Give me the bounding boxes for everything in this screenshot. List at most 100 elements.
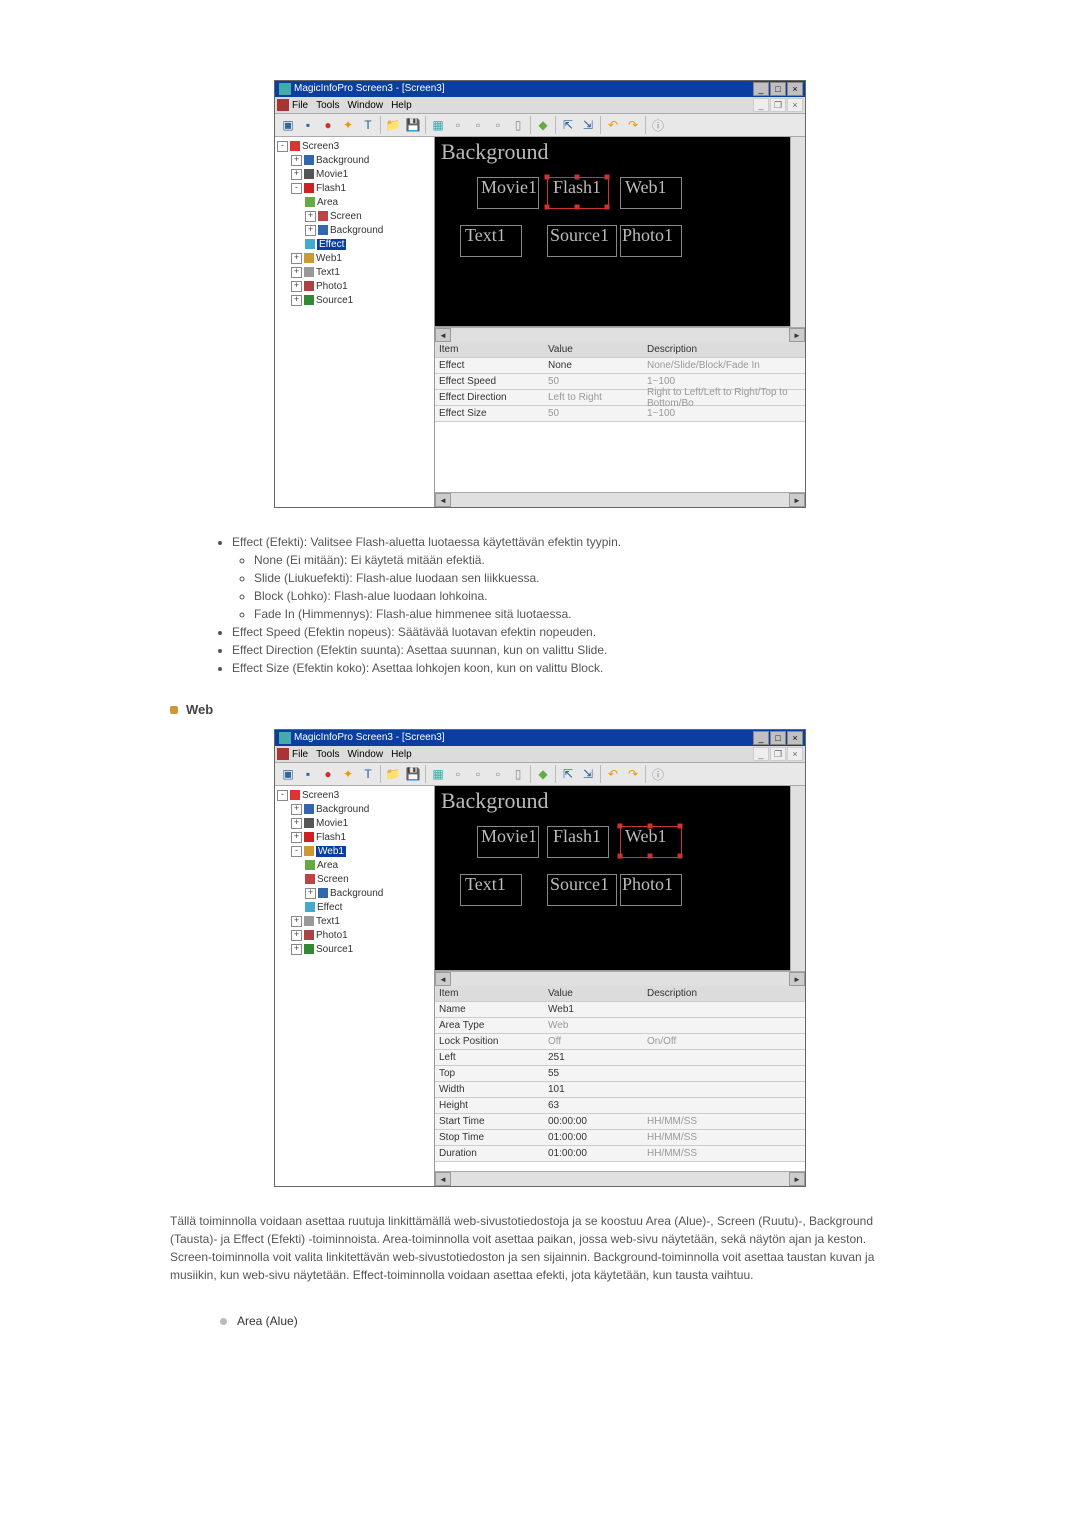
canvas-box[interactable]: Movie1 xyxy=(481,177,537,198)
scroll-right-icon[interactable]: ► xyxy=(789,493,805,507)
scroll-right-icon[interactable]: ► xyxy=(789,328,805,342)
tool-icon[interactable]: ◆ xyxy=(534,765,552,783)
scroll-right-icon[interactable]: ► xyxy=(789,1172,805,1186)
mdi-close-icon[interactable]: × xyxy=(787,98,803,112)
tool-icon[interactable]: ▦ xyxy=(429,116,447,134)
grid-row[interactable]: Width 101 xyxy=(435,1082,805,1098)
tree-item[interactable]: Background xyxy=(330,888,383,899)
grid-row[interactable]: Height 63 xyxy=(435,1098,805,1114)
tree-item-selected[interactable]: Web1 xyxy=(316,846,346,857)
mdi-close-icon[interactable]: × xyxy=(787,747,803,761)
grid-row[interactable]: Lock Position Off On/Off xyxy=(435,1034,805,1050)
tool-redo-icon[interactable]: ↷ xyxy=(624,116,642,134)
mdi-restore-icon[interactable]: ❐ xyxy=(770,98,786,112)
tool-icon[interactable]: ✦ xyxy=(339,116,357,134)
tool-redo-icon[interactable]: ↷ xyxy=(624,765,642,783)
close-icon[interactable]: × xyxy=(787,731,803,745)
grid-row[interactable]: Area Type Web xyxy=(435,1018,805,1034)
menu-help[interactable]: Help xyxy=(391,749,412,760)
scroll-right-icon[interactable]: ► xyxy=(789,972,805,986)
tool-icon[interactable]: ▦ xyxy=(429,765,447,783)
tree-item[interactable]: Text1 xyxy=(316,267,340,278)
maximize-icon[interactable]: □ xyxy=(770,731,786,745)
tool-icon[interactable]: ▫ xyxy=(469,765,487,783)
tree-item[interactable]: Screen xyxy=(317,874,349,885)
tree-item[interactable]: Background xyxy=(316,155,369,166)
tool-icon[interactable]: ✦ xyxy=(339,765,357,783)
tree-item[interactable]: Source1 xyxy=(316,944,353,955)
layout-canvas[interactable]: Background Movie1 Flash1 Web1 xyxy=(435,137,790,327)
tree-item[interactable]: Web1 xyxy=(316,253,342,264)
canvas-box[interactable]: Photo1 xyxy=(622,225,673,246)
scroll-left-icon[interactable]: ◄ xyxy=(435,328,451,342)
tree-item[interactable]: Photo1 xyxy=(316,930,348,941)
tree-item[interactable]: Area xyxy=(317,197,338,208)
menu-window[interactable]: Window xyxy=(347,100,383,111)
layout-canvas[interactable]: Background Movie1 Flash1 Web1 xyxy=(435,786,790,971)
tree-item-selected[interactable]: Effect xyxy=(317,239,346,250)
tree-item[interactable]: Source1 xyxy=(316,295,353,306)
tool-text-icon[interactable]: T xyxy=(359,765,377,783)
tool-icon[interactable]: ● xyxy=(319,116,337,134)
tool-icon[interactable]: ▯ xyxy=(509,116,527,134)
tree-root[interactable]: Screen3 xyxy=(302,790,339,801)
tree-item[interactable]: Text1 xyxy=(316,916,340,927)
horizontal-scrollbar[interactable]: ◄ ► xyxy=(435,971,805,986)
tree-item[interactable]: Movie1 xyxy=(316,818,348,829)
grid-row[interactable]: Top 55 xyxy=(435,1066,805,1082)
menu-file[interactable]: File xyxy=(292,100,308,111)
tool-icon[interactable]: ▫ xyxy=(449,765,467,783)
horizontal-scrollbar[interactable]: ◄ ► xyxy=(435,327,805,342)
grid-row[interactable]: Name Web1 xyxy=(435,1002,805,1018)
titlebar[interactable]: MagicInfoPro Screen3 - [Screen3] _ □ × xyxy=(275,730,805,746)
tool-icon[interactable]: ▯ xyxy=(509,765,527,783)
canvas-box[interactable]: Movie1 xyxy=(481,826,537,847)
canvas-box[interactable]: Photo1 xyxy=(622,874,673,895)
vertical-scrollbar[interactable] xyxy=(790,786,805,971)
tool-icon[interactable]: ⇲ xyxy=(579,116,597,134)
canvas-box-selected[interactable]: Web1 xyxy=(625,826,667,847)
tree-item[interactable]: Movie1 xyxy=(316,169,348,180)
canvas-box-selected[interactable]: Flash1 xyxy=(553,177,601,198)
mdi-min-icon[interactable]: _ xyxy=(753,98,769,112)
tool-icon[interactable]: ▫ xyxy=(489,116,507,134)
tree-item[interactable]: Photo1 xyxy=(316,281,348,292)
tool-icon[interactable]: ● xyxy=(319,765,337,783)
titlebar[interactable]: MagicInfoPro Screen3 - [Screen3] _ □ × xyxy=(275,81,805,97)
tool-info-icon[interactable]: ⓘ xyxy=(649,765,667,783)
menu-help[interactable]: Help xyxy=(391,100,412,111)
tool-icon[interactable]: ▣ xyxy=(279,116,297,134)
grid-row[interactable]: Effect Size 50 1~100 xyxy=(435,406,805,422)
scroll-left-icon[interactable]: ◄ xyxy=(435,972,451,986)
tree-item[interactable]: Flash1 xyxy=(316,832,346,843)
tree-item[interactable]: Background xyxy=(316,804,369,815)
maximize-icon[interactable]: □ xyxy=(770,82,786,96)
canvas-box[interactable]: Source1 xyxy=(550,874,609,895)
tool-icon[interactable]: ▫ xyxy=(469,116,487,134)
tree-pane[interactable]: -Screen3 +Background +Movie1 +Flash1 -We… xyxy=(275,786,435,1186)
grid-horizontal-scrollbar[interactable]: ◄ ► xyxy=(435,1171,805,1186)
tree-item[interactable]: Background xyxy=(330,225,383,236)
tree-item[interactable]: Screen xyxy=(330,211,362,222)
tool-icon[interactable]: ⇱ xyxy=(559,765,577,783)
tool-icon[interactable]: ▫ xyxy=(489,765,507,783)
minimize-icon[interactable]: _ xyxy=(753,82,769,96)
menu-window[interactable]: Window xyxy=(347,749,383,760)
canvas-box[interactable]: Flash1 xyxy=(553,826,601,847)
grid-row[interactable]: Effect Direction Left to Right Right to … xyxy=(435,390,805,406)
mdi-min-icon[interactable]: _ xyxy=(753,747,769,761)
tree-root[interactable]: Screen3 xyxy=(302,141,339,152)
canvas-box[interactable]: Web1 xyxy=(625,177,667,198)
tree-item[interactable]: Effect xyxy=(317,902,342,913)
tree-pane[interactable]: -Screen3 +Background +Movie1 -Flash1 Are… xyxy=(275,137,435,507)
tool-undo-icon[interactable]: ↶ xyxy=(604,765,622,783)
tool-icon[interactable]: ⇱ xyxy=(559,116,577,134)
tool-icon[interactable]: ▪ xyxy=(299,765,317,783)
tool-icon[interactable]: ▪ xyxy=(299,116,317,134)
menu-file[interactable]: File xyxy=(292,749,308,760)
canvas-box[interactable]: Text1 xyxy=(465,225,506,246)
mdi-restore-icon[interactable]: ❐ xyxy=(770,747,786,761)
close-icon[interactable]: × xyxy=(787,82,803,96)
tree-item[interactable]: Flash1 xyxy=(316,183,346,194)
minimize-icon[interactable]: _ xyxy=(753,731,769,745)
